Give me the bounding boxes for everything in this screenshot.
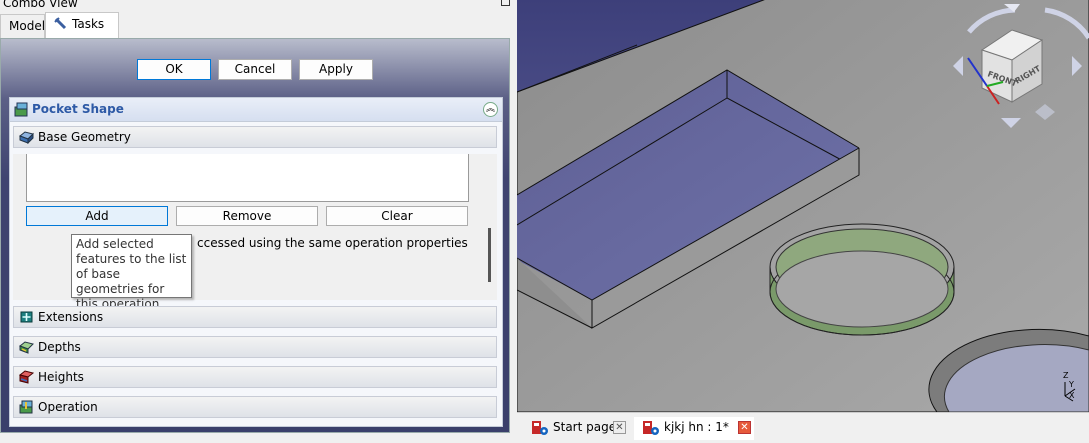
tab-tasks-label: Tasks [72,17,105,31]
clear-button[interactable]: Clear [326,206,468,226]
add-button-tooltip: Add selected features to the list of bas… [71,234,192,311]
combo-view-title: Combo View [3,0,78,10]
collapse-icon[interactable]: ︽ [483,102,498,117]
close-icon[interactable]: ✕ [738,421,751,434]
section-base-geometry-label: Base Geometry [38,130,131,144]
axis-y-label: Y [1068,380,1074,389]
tasks-icon [54,16,68,30]
float-panel-icon[interactable] [501,0,510,6]
pocket-shape-taskbox: Pocket Shape ︽ Base Geometry Add Remove [9,97,503,427]
combo-view: Combo View Model Tasks OK Cancel Apply P… [0,0,514,443]
base-geometry-info-text: ccessed using the same operation propert… [197,236,468,250]
base-geometry-list[interactable] [26,154,469,202]
add-button[interactable]: Add [26,206,168,226]
depths-icon [19,341,34,354]
section-heights-label: Heights [38,370,84,384]
doc-tab-kjkj-label: kjkj hn : 1* [664,420,729,434]
tab-model-label: Model [9,19,46,33]
apply-button[interactable]: Apply [299,59,373,80]
section-depths[interactable]: Depths [13,336,497,358]
doc-tab-start-page-label: Start page [553,420,617,434]
axis-z-label: Z [1063,371,1069,380]
operation-icon [19,400,33,414]
extensions-icon [20,311,33,323]
freecad-icon [643,421,659,435]
close-icon[interactable]: ✕ [613,421,626,434]
section-operation-label: Operation [38,400,98,414]
section-depths-label: Depths [38,340,81,354]
section-extensions-label: Extensions [38,310,104,324]
tab-tasks[interactable]: Tasks [45,12,119,38]
base-geometry-icon [19,131,34,144]
cancel-button[interactable]: Cancel [218,59,292,80]
tab-model[interactable]: Model [0,14,45,38]
doc-tab-kjkj[interactable]: kjkj hn : 1* ✕ [634,417,754,440]
remove-button[interactable]: Remove [176,206,318,226]
section-base-geometry[interactable]: Base Geometry [13,126,497,148]
document-tabbar: Start page ✕ kjkj hn : 1* ✕ [517,412,1089,443]
taskbox-header[interactable]: Pocket Shape ︽ [10,98,502,122]
doc-tab-start-page[interactable]: Start page ✕ [523,417,633,440]
ok-button[interactable]: OK [137,59,211,80]
heights-icon [19,370,34,384]
freecad-icon [532,421,548,435]
section-operation[interactable]: Operation [13,396,497,418]
section-heights[interactable]: Heights [13,366,497,388]
pocket-shape-icon [14,102,28,117]
dialog-button-row: OK Cancel Apply [1,59,511,81]
section-extensions[interactable]: Extensions [13,306,497,328]
3d-viewport[interactable]: FRONT RIGHT Z Y X [517,0,1089,412]
taskbox-title: Pocket Shape [32,102,124,116]
base-geometry-content: Add Remove Clear ccessed using the same … [13,154,497,311]
scrollbar-thumb[interactable] [488,228,491,282]
task-panel: OK Cancel Apply Pocket Shape ︽ Base Geom… [0,38,510,433]
combo-tabbar: Model Tasks [0,12,514,38]
